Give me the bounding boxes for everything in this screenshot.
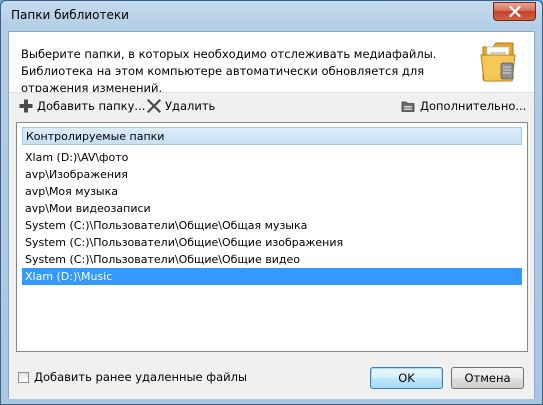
advanced-button[interactable]: Дополнительно... bbox=[401, 97, 526, 115]
list-item[interactable]: System (C:)\Пользователи\Общие\Общая муз… bbox=[22, 217, 522, 234]
toolbar: Добавить папку... Удалить Дополнительно.… bbox=[9, 93, 534, 119]
description-text: Выберите папки, в которых необходимо отс… bbox=[21, 47, 437, 95]
library-folders-dialog: Папки библиотеки Выберите папки, в котор… bbox=[0, 0, 543, 405]
list-item[interactable]: avp\Моя музыка bbox=[22, 183, 522, 200]
list-item[interactable]: Xlam (D:)\Music bbox=[22, 268, 522, 285]
add-folder-label: Добавить папку... bbox=[37, 99, 146, 113]
dialog-client-area: Выберите папки, в которых необходимо отс… bbox=[8, 31, 535, 399]
close-button[interactable] bbox=[493, 2, 536, 21]
remove-button[interactable]: Удалить bbox=[147, 97, 215, 115]
list-group-header: Контролируемые папки bbox=[22, 127, 522, 145]
header-panel: Выберите папки, в которых необходимо отс… bbox=[9, 32, 534, 95]
remove-label: Удалить bbox=[165, 99, 216, 113]
restore-deleted-label: Добавить ранее удаленные файлы bbox=[34, 370, 248, 384]
folders-list[interactable]: Контролируемые папки Xlam (D:)\AV\фото av… bbox=[16, 122, 528, 352]
ok-button[interactable]: OK bbox=[370, 367, 443, 389]
body-panel: Добавить папку... Удалить Дополнительно.… bbox=[9, 92, 534, 399]
folder-settings-icon bbox=[401, 101, 415, 112]
folder-icon bbox=[479, 37, 519, 88]
list-items: Xlam (D:)\AV\фото avp\Изображения avp\Моя … bbox=[22, 149, 522, 285]
title-bar[interactable]: Папки библиотеки bbox=[1, 1, 542, 31]
plus-icon bbox=[19, 99, 33, 113]
advanced-label: Дополнительно... bbox=[420, 99, 527, 113]
window-title: Папки библиотеки bbox=[11, 8, 129, 22]
list-item[interactable]: avp\Изображения bbox=[22, 166, 522, 183]
x-icon bbox=[147, 99, 161, 113]
close-icon bbox=[508, 6, 521, 17]
restore-deleted-checkbox[interactable] bbox=[18, 371, 29, 383]
cancel-button[interactable]: Отмена bbox=[451, 367, 524, 389]
list-item[interactable]: System (C:)\Пользователи\Общие\Общие вид… bbox=[22, 251, 522, 268]
restore-deleted-checkbox-row[interactable]: Добавить ранее удаленные файлы bbox=[18, 370, 247, 384]
list-item[interactable]: System (C:)\Пользователи\Общие\Общие изо… bbox=[22, 234, 522, 251]
list-item[interactable]: avp\Мои видеозаписи bbox=[22, 200, 522, 217]
add-folder-button[interactable]: Добавить папку... bbox=[19, 97, 145, 115]
cancel-button-label: Отмена bbox=[464, 371, 511, 385]
ok-button-label: OK bbox=[398, 371, 415, 385]
list-item[interactable]: Xlam (D:)\AV\фото bbox=[22, 149, 522, 166]
